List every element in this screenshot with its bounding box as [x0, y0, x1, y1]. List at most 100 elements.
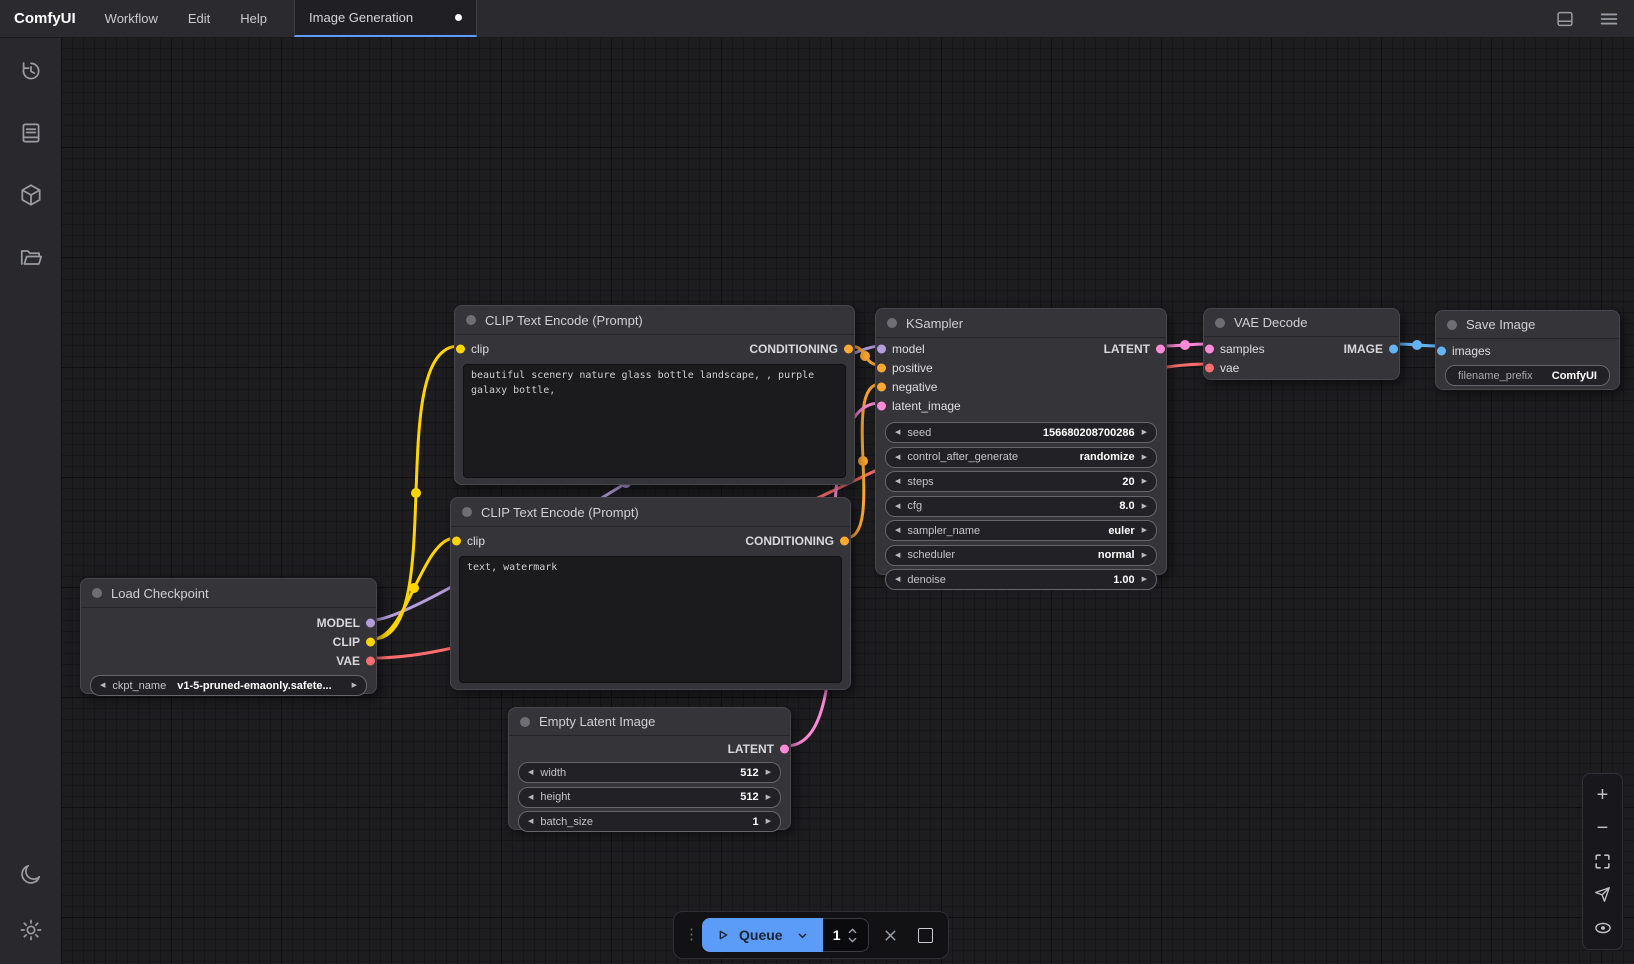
zoom-in-button[interactable]: +: [1589, 781, 1617, 809]
collapse-dot[interactable]: [92, 588, 102, 598]
prev-value-arrow[interactable]: ◀: [895, 454, 900, 461]
output-port-clip[interactable]: [366, 637, 375, 646]
next-value-arrow[interactable]: ▶: [1142, 503, 1147, 510]
next-value-arrow[interactable]: ▶: [1142, 429, 1147, 436]
widget-value: 20: [1122, 476, 1134, 488]
next-value-arrow[interactable]: ▶: [766, 794, 771, 801]
prompt-text-area[interactable]: text, watermark: [459, 556, 842, 683]
prev-value-arrow[interactable]: ◀: [528, 794, 533, 801]
node-clip-text-encode-negative[interactable]: CLIP Text Encode (Prompt) clip CONDITION…: [450, 497, 851, 690]
widget-steps[interactable]: ◀ steps 20 ▶: [885, 471, 1157, 492]
output-port-model[interactable]: [366, 618, 375, 627]
port-row: clip CONDITIONING: [451, 531, 850, 550]
prev-value-arrow[interactable]: ◀: [100, 682, 105, 689]
prev-value-arrow[interactable]: ◀: [528, 769, 533, 776]
stepper-down-icon[interactable]: [847, 937, 858, 944]
main-menu-button[interactable]: [1596, 6, 1622, 32]
next-value-arrow[interactable]: ▶: [1142, 454, 1147, 461]
settings-button[interactable]: [9, 908, 53, 952]
drag-handle-icon[interactable]: ⋮: [684, 930, 692, 940]
input-port-images[interactable]: [1437, 346, 1446, 355]
menu-workflow[interactable]: Workflow: [90, 0, 173, 37]
next-value-arrow[interactable]: ▶: [1142, 576, 1147, 583]
collapse-dot[interactable]: [520, 717, 530, 727]
queue-button[interactable]: Queue: [702, 918, 823, 952]
node-clip-text-encode-positive[interactable]: CLIP Text Encode (Prompt) clip CONDITION…: [454, 305, 855, 485]
prev-value-arrow[interactable]: ◀: [895, 429, 900, 436]
next-value-arrow[interactable]: ▶: [1142, 552, 1147, 559]
collapse-dot[interactable]: [466, 315, 476, 325]
node-ksampler[interactable]: KSampler model LATENT positive negative …: [875, 308, 1167, 575]
widget-value: ComfyUI: [1552, 370, 1597, 382]
input-port-negative[interactable]: [877, 382, 886, 391]
widget-sampler-name[interactable]: ◀ sampler_name euler ▶: [885, 520, 1157, 541]
fit-view-button[interactable]: [1589, 847, 1617, 875]
stepper-up-icon[interactable]: [847, 927, 858, 934]
widget-scheduler[interactable]: ◀ scheduler normal ▶: [885, 545, 1157, 566]
input-port-clip[interactable]: [456, 344, 465, 353]
output-port-latent[interactable]: [780, 744, 789, 753]
output-port-vae[interactable]: [366, 656, 375, 665]
theme-toggle-button[interactable]: [9, 852, 53, 896]
bottom-panel-toggle-button[interactable]: [1552, 6, 1578, 32]
collapse-dot[interactable]: [887, 318, 897, 328]
toggle-link-visibility-button[interactable]: [1589, 914, 1617, 942]
next-value-arrow[interactable]: ▶: [766, 818, 771, 825]
stop-button[interactable]: [913, 922, 938, 948]
node-title: CLIP Text Encode (Prompt): [481, 505, 639, 520]
widget-cfg[interactable]: ◀ cfg 8.0 ▶: [885, 496, 1157, 517]
prev-value-arrow[interactable]: ◀: [895, 552, 900, 559]
prev-value-arrow[interactable]: ◀: [528, 818, 533, 825]
node-save-image[interactable]: Save Image images filename_prefix ComfyU…: [1435, 310, 1620, 390]
node-vae-decode[interactable]: VAE Decode samples IMAGE vae: [1203, 308, 1400, 380]
collapse-dot[interactable]: [462, 507, 472, 517]
next-value-arrow[interactable]: ▶: [1142, 478, 1147, 485]
clear-queue-button[interactable]: [879, 922, 904, 948]
workflows-button[interactable]: [9, 235, 53, 279]
node-title: Load Checkpoint: [111, 586, 209, 601]
menu-edit[interactable]: Edit: [173, 0, 225, 37]
zoom-out-button[interactable]: −: [1589, 814, 1617, 842]
widget-width[interactable]: ◀ width 512 ▶: [518, 762, 781, 783]
next-value-arrow[interactable]: ▶: [352, 682, 357, 689]
collapse-dot[interactable]: [1447, 320, 1457, 330]
collapse-dot[interactable]: [1215, 318, 1225, 328]
menu-help[interactable]: Help: [225, 0, 282, 37]
node-load-checkpoint[interactable]: Load Checkpoint MODEL CLIP VAE ◀ ckpt_na…: [80, 578, 377, 694]
widget-filename-prefix[interactable]: filename_prefix ComfyUI: [1445, 365, 1610, 386]
prev-value-arrow[interactable]: ◀: [895, 503, 900, 510]
output-port-image[interactable]: [1389, 344, 1398, 353]
widget-control-after-generate[interactable]: ◀ control_after_generate randomize ▶: [885, 447, 1157, 468]
pointer-mode-button[interactable]: [1589, 881, 1617, 909]
history-button[interactable]: [9, 49, 53, 93]
node-library-button[interactable]: [9, 111, 53, 155]
input-port-vae[interactable]: [1205, 363, 1214, 372]
model-library-button[interactable]: [9, 173, 53, 217]
input-port-model[interactable]: [877, 344, 886, 353]
tab-image-generation[interactable]: Image Generation: [294, 0, 477, 37]
widget-ckpt-name[interactable]: ◀ ckpt_name v1-5-pruned-emaonly.safete..…: [90, 675, 367, 696]
node-empty-latent-image[interactable]: Empty Latent Image LATENT ◀ width 512 ▶ …: [508, 707, 791, 830]
prev-value-arrow[interactable]: ◀: [895, 478, 900, 485]
widget-seed[interactable]: ◀ seed 156680208700286 ▶: [885, 422, 1157, 443]
output-port-latent[interactable]: [1156, 344, 1165, 353]
widget-height[interactable]: ◀ height 512 ▶: [518, 787, 781, 808]
output-port-conditioning[interactable]: [844, 344, 853, 353]
next-value-arrow[interactable]: ▶: [1142, 527, 1147, 534]
prev-value-arrow[interactable]: ◀: [895, 576, 900, 583]
pointer-arrow-icon: [1593, 885, 1612, 904]
batch-count-input[interactable]: 1: [823, 918, 869, 952]
input-port-clip[interactable]: [452, 536, 461, 545]
input-port-positive[interactable]: [877, 363, 886, 372]
input-port-latent-image[interactable]: [877, 401, 886, 410]
input-port-samples[interactable]: [1205, 344, 1214, 353]
next-value-arrow[interactable]: ▶: [766, 769, 771, 776]
widget-denoise[interactable]: ◀ denoise 1.00 ▶: [885, 569, 1157, 590]
chevron-down-icon[interactable]: [795, 928, 810, 943]
node-header: Save Image: [1436, 311, 1619, 339]
output-port-conditioning[interactable]: [840, 536, 849, 545]
widget-value: 1: [752, 816, 758, 828]
widget-batch-size[interactable]: ◀ batch_size 1 ▶: [518, 811, 781, 832]
prev-value-arrow[interactable]: ◀: [895, 527, 900, 534]
prompt-text-area[interactable]: beautiful scenery nature glass bottle la…: [463, 364, 846, 478]
